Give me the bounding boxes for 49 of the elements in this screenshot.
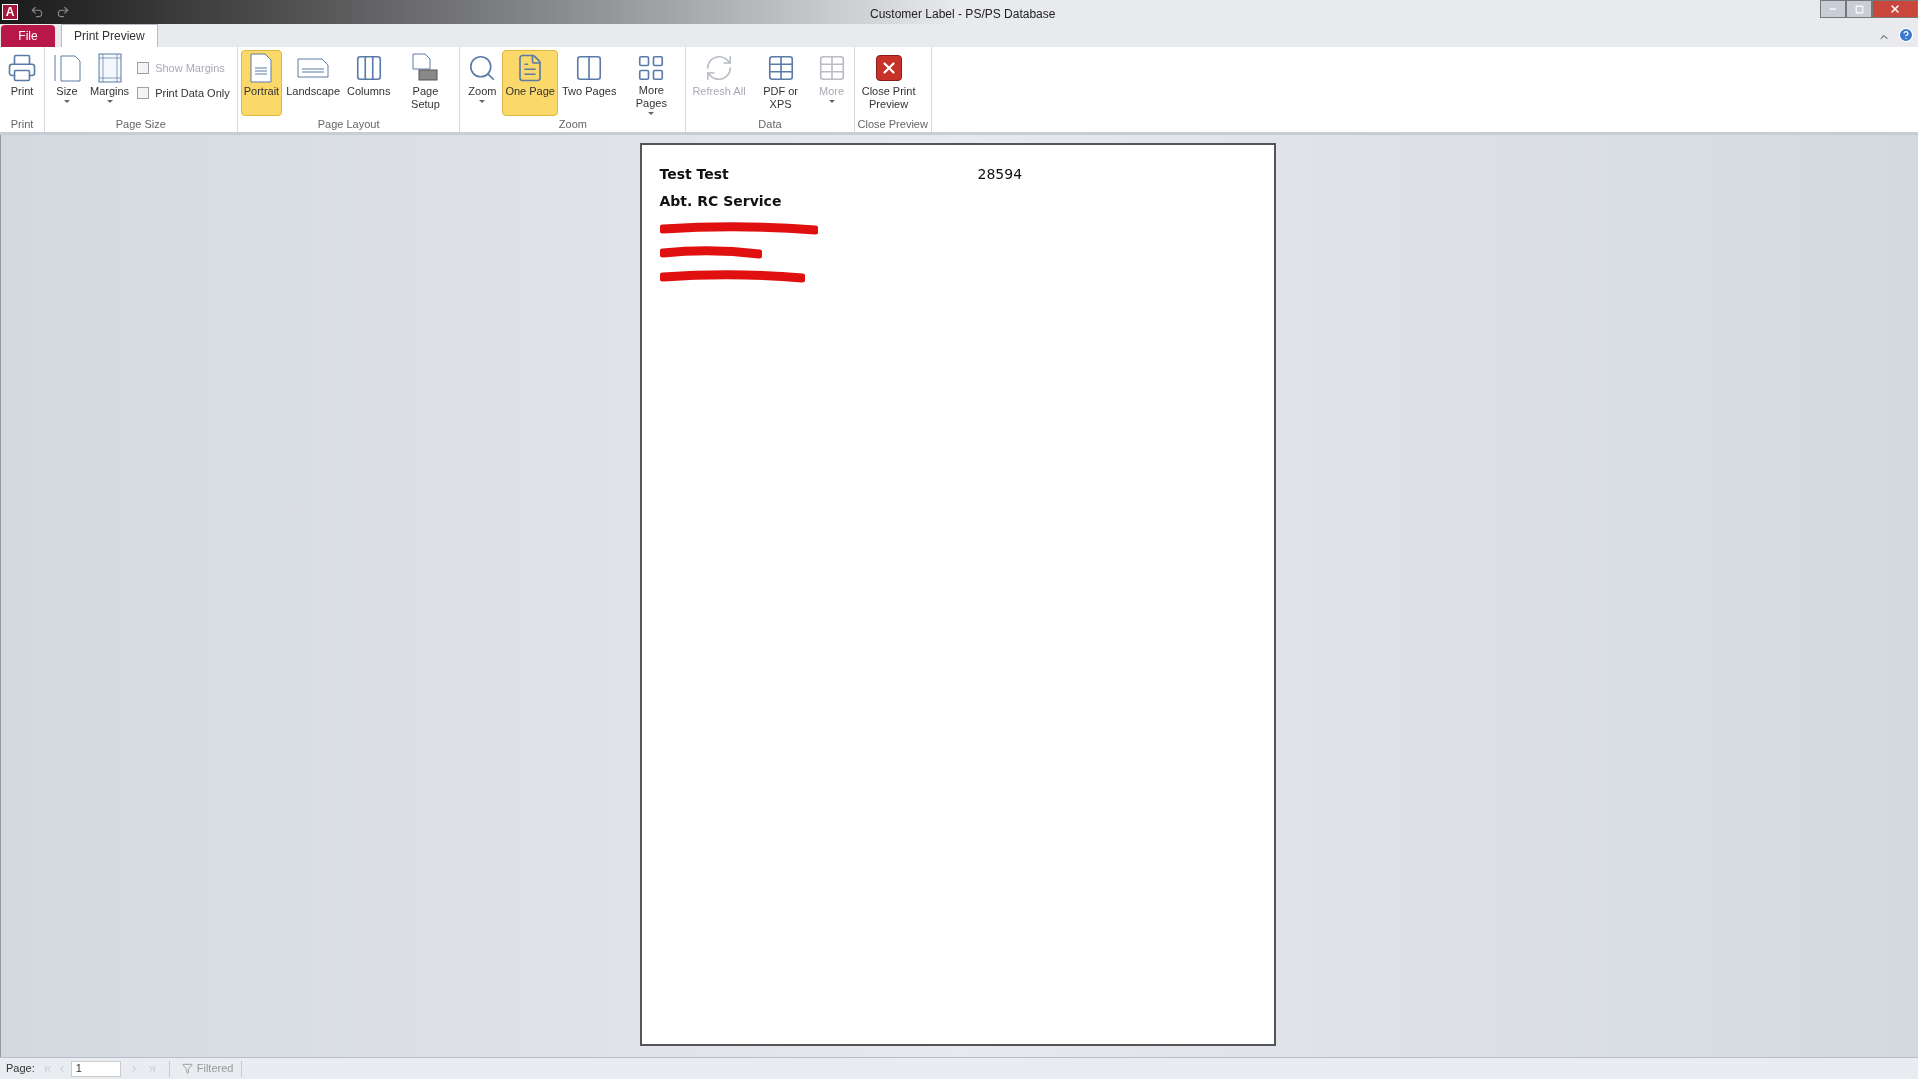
dropdown-arrow-icon: [648, 112, 655, 115]
dropdown-arrow-icon: [106, 100, 113, 103]
redo-icon[interactable]: [56, 5, 70, 19]
maximize-button[interactable]: [1846, 0, 1872, 18]
dropdown-arrow-icon: [479, 100, 486, 103]
ribbon-button[interactable]: PDF or XPS: [749, 50, 812, 116]
ribbon-button[interactable]: Margins: [87, 50, 133, 116]
help-icon[interactable]: [1898, 27, 1914, 43]
filter-icon: [181, 1063, 193, 1074]
page-label: Page:: [6, 1061, 35, 1077]
ribbon-button[interactable]: Size: [48, 50, 86, 116]
customer-name: Test Test: [659, 165, 730, 184]
portrait-page-icon: [248, 52, 275, 84]
minimize-button[interactable]: [1820, 0, 1846, 18]
ribbon-button[interactable]: One Page: [502, 50, 558, 116]
file-tab[interactable]: File: [1, 25, 55, 47]
maximize-icon: [1854, 4, 1864, 14]
group-label: Close Preview: [857, 117, 928, 132]
page-size-icon: [52, 52, 82, 84]
ribbon-button[interactable]: Zoom: [463, 50, 502, 116]
group-label: Page Size: [114, 117, 167, 132]
ribbon-button[interactable]: Close Print Preview: [857, 50, 920, 116]
ribbon-button[interactable]: Two Pages: [558, 50, 620, 116]
group-label: Data: [757, 117, 783, 132]
refresh-icon: [704, 53, 734, 83]
ribbon-button[interactable]: Portrait: [240, 50, 283, 116]
ribbon-tab[interactable]: Print Preview: [61, 24, 158, 47]
checkbox-option[interactable]: Print Data Only: [137, 84, 230, 101]
page-setup-icon: [410, 52, 441, 84]
dropdown-arrow-icon: [64, 100, 70, 103]
close-window-button[interactable]: [1872, 0, 1918, 18]
customer-number: 28594: [977, 165, 1023, 184]
window-title: Customer Label - PS/PS Database: [870, 6, 1056, 23]
ribbon-button[interactable]: Columns: [344, 50, 394, 116]
close-icon: [875, 55, 902, 81]
page-number-field[interactable]: 1: [70, 1060, 121, 1077]
undo-icon[interactable]: [30, 5, 44, 19]
close-icon: [1889, 3, 1901, 15]
group-label: Zoom: [557, 117, 588, 132]
printer-icon: [7, 53, 37, 83]
group-label: Print: [9, 117, 35, 132]
ribbon-button[interactable]: Page Setup: [394, 50, 457, 116]
ribbon-button[interactable]: More Pages: [620, 50, 683, 116]
ribbon-button[interactable]: Landscape: [283, 50, 343, 116]
dropdown-arrow-icon: [828, 100, 835, 103]
app-logo: A: [2, 4, 18, 20]
department-text: Abt. RC Service: [659, 192, 783, 211]
ribbon-button[interactable]: Print: [3, 50, 41, 116]
group-label: Page Layout: [316, 117, 381, 132]
